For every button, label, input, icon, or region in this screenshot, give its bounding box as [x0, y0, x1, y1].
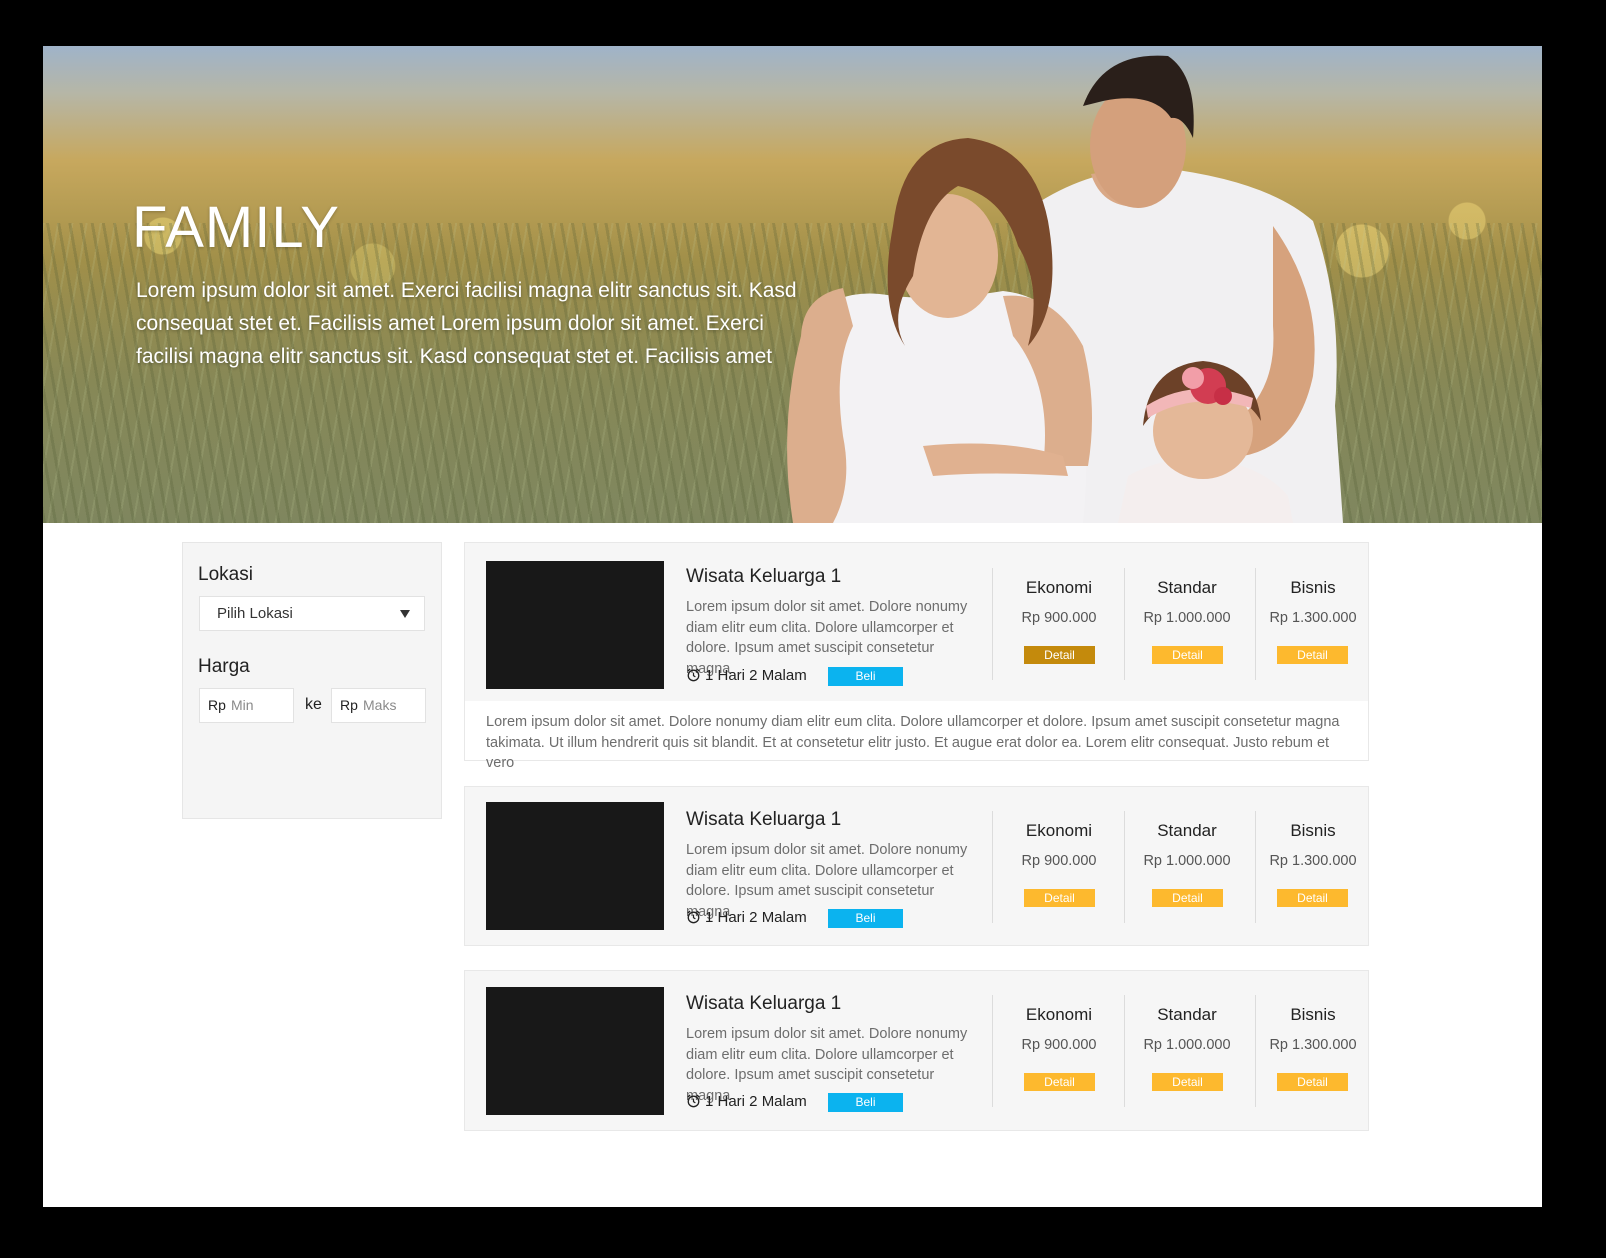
tier-standar-price: Rp 1.000.000: [1143, 853, 1231, 869]
tier-standar-price: Rp 1.000.000: [1143, 1037, 1231, 1053]
location-label: Lokasi: [198, 564, 253, 585]
package-title: Wisata Keluarga 1: [686, 809, 842, 830]
package-duration-text: 1 Hari 2 Malam: [705, 667, 807, 684]
package-duration-text: 1 Hari 2 Malam: [705, 1093, 807, 1110]
min-price-currency: Rp: [208, 697, 226, 713]
package-detail-panel: Lorem ipsum dolor sit amet. Dolore nonum…: [465, 701, 1368, 771]
price-range-separator: ke: [305, 696, 322, 713]
tier-bisnis-detail-button[interactable]: Detail: [1277, 646, 1348, 664]
tier-ekonomi-name: Ekonomi: [1025, 821, 1093, 840]
alarm-clock-icon: [687, 910, 700, 924]
package-card: Wisata Keluarga 1 Lorem ipsum dolor sit …: [464, 786, 1369, 946]
tier-bisnis-name: Bisnis: [1290, 821, 1336, 840]
tier-bisnis-detail-button[interactable]: Detail: [1277, 889, 1348, 907]
min-price-placeholder: Min: [231, 697, 254, 713]
package-duration: 1 Hari 2 Malam: [686, 667, 807, 684]
page: FAMILY Lorem ipsum dolor sit amet. Exerc…: [43, 46, 1542, 1207]
tier-bisnis-name: Bisnis: [1290, 1005, 1336, 1024]
tier-bisnis-price: Rp 1.300.000: [1269, 853, 1357, 869]
tier-bisnis-price: Rp 1.300.000: [1269, 610, 1357, 626]
tier-standar-price: Rp 1.000.000: [1143, 610, 1231, 626]
tier-bisnis-detail-button[interactable]: Detail: [1277, 1073, 1348, 1091]
hero-banner: FAMILY Lorem ipsum dolor sit amet. Exerc…: [43, 46, 1542, 523]
max-price-currency: Rp: [340, 697, 358, 713]
tier-ekonomi-detail-button[interactable]: Detail: [1024, 1073, 1095, 1091]
tier-standar-detail-button[interactable]: Detail: [1152, 889, 1223, 907]
tier-divider: [992, 568, 993, 680]
package-detail-text: Lorem ipsum dolor sit amet. Dolore nonum…: [486, 714, 1340, 771]
tier-bisnis-name: Bisnis: [1290, 578, 1336, 597]
package-duration: 1 Hari 2 Malam: [686, 909, 807, 926]
max-price-input[interactable]: Rp Maks: [331, 688, 426, 723]
filter-panel: Lokasi Pilih Lokasi Harga Rp Min ke Rp M…: [182, 542, 442, 819]
tier-divider: [992, 811, 993, 923]
tier-standar-detail-button[interactable]: Detail: [1152, 646, 1223, 664]
max-price-placeholder: Maks: [363, 697, 397, 713]
price-label: Harga: [198, 656, 250, 677]
tier-ekonomi-name: Ekonomi: [1025, 1005, 1093, 1024]
package-card: Wisata Keluarga 1 Lorem ipsum dolor sit …: [464, 970, 1369, 1131]
tier-divider: [1124, 811, 1125, 923]
tier-standar-name: Standar: [1157, 578, 1217, 597]
min-price-input[interactable]: Rp Min: [199, 688, 294, 723]
location-select-value: Pilih Lokasi: [217, 605, 293, 622]
buy-button[interactable]: Beli: [828, 1093, 903, 1112]
tier-ekonomi-detail-button[interactable]: Detail: [1024, 646, 1095, 664]
alarm-clock-icon: [687, 1094, 700, 1108]
chevron-down-icon: [400, 610, 410, 618]
package-title: Wisata Keluarga 1: [686, 566, 842, 587]
tier-ekonomi-detail-button[interactable]: Detail: [1024, 889, 1095, 907]
tier-standar-detail-button[interactable]: Detail: [1152, 1073, 1223, 1091]
hero-description: Lorem ipsum dolor sit amet. Exerci facil…: [136, 279, 797, 368]
tier-ekonomi-price: Rp 900.000: [1021, 853, 1097, 869]
package-title: Wisata Keluarga 1: [686, 993, 842, 1014]
tier-ekonomi-name: Ekonomi: [1025, 578, 1093, 597]
package-thumbnail: [486, 802, 664, 930]
package-thumbnail: [486, 561, 664, 689]
package-duration: 1 Hari 2 Malam: [686, 1093, 807, 1110]
tier-ekonomi-price: Rp 900.000: [1021, 610, 1097, 626]
hero-title: FAMILY: [132, 195, 340, 260]
location-select[interactable]: Pilih Lokasi: [199, 596, 425, 631]
tier-ekonomi-price: Rp 900.000: [1021, 1037, 1097, 1053]
tier-standar-name: Standar: [1157, 821, 1217, 840]
buy-button[interactable]: Beli: [828, 909, 903, 928]
package-duration-text: 1 Hari 2 Malam: [705, 909, 807, 926]
buy-button[interactable]: Beli: [828, 667, 903, 686]
tier-bisnis-price: Rp 1.300.000: [1269, 1037, 1357, 1053]
tier-divider: [992, 995, 993, 1107]
alarm-clock-icon: [687, 668, 700, 682]
tier-divider: [1124, 995, 1125, 1107]
tier-standar-name: Standar: [1157, 1005, 1217, 1024]
tier-divider: [1124, 568, 1125, 680]
package-thumbnail: [486, 987, 664, 1115]
package-card: Wisata Keluarga 1 Lorem ipsum dolor sit …: [464, 542, 1369, 771]
